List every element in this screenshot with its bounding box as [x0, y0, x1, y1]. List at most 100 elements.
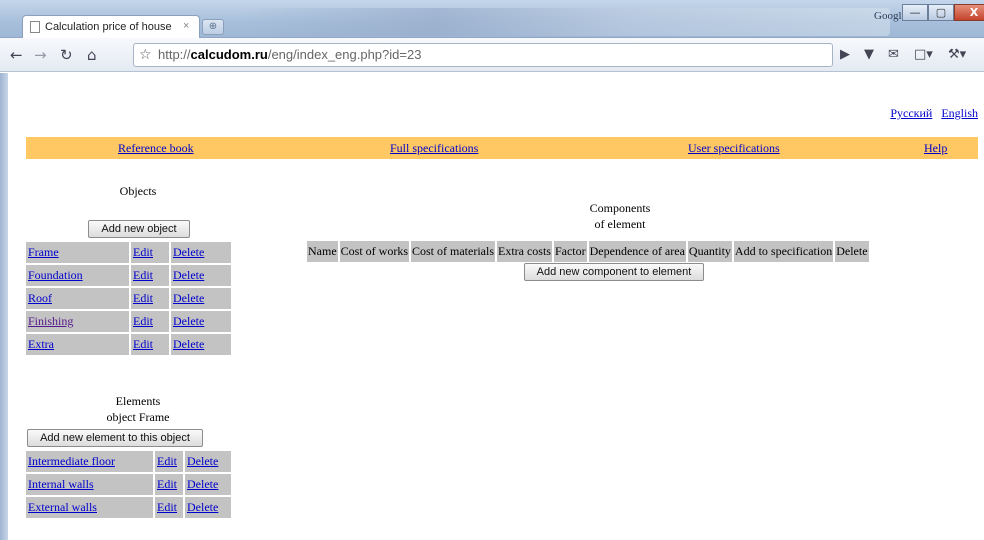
- table-row: External walls Edit Delete: [26, 497, 231, 518]
- table-cell: External walls: [26, 497, 153, 518]
- elements-row-edit-link[interactable]: Edit: [157, 454, 177, 468]
- minimize-button[interactable]: —: [902, 4, 928, 21]
- url-host: calcudom.ru: [190, 47, 268, 62]
- table-cell: Frame: [26, 242, 129, 263]
- objects-row-edit-link[interactable]: Edit: [133, 337, 153, 351]
- window-controls: — ▢ X: [902, 4, 984, 22]
- objects-row-delete-link[interactable]: Delete: [173, 268, 204, 282]
- elements-row-link[interactable]: External walls: [28, 500, 97, 514]
- column-header: Name: [307, 241, 338, 262]
- table-cell: Edit: [155, 451, 183, 472]
- objects-row-edit-link[interactable]: Edit: [133, 245, 153, 259]
- elements-row-delete-link[interactable]: Delete: [187, 477, 218, 491]
- table-cell: Edit: [131, 242, 169, 263]
- wrench-menu-icon[interactable]: ⚒▾: [948, 46, 966, 64]
- address-bar[interactable]: ☆ http://calcudom.ru/eng/index_eng.php?i…: [133, 43, 833, 67]
- table-cell: Roof: [26, 288, 129, 309]
- components-table: Name Cost of works Cost of materials Extra …: [305, 239, 871, 264]
- objects-table: Frame Edit Delete Foundation Edit Delete Roof E…: [24, 240, 233, 357]
- table-cell: Delete: [185, 474, 231, 495]
- table-cell: Edit: [155, 497, 183, 518]
- browser-titlebar: Google — ▢ X Calculation price of house …: [0, 0, 984, 38]
- language-switcher: Русский English: [884, 106, 978, 121]
- elements-subtitle: object Frame: [106, 410, 170, 424]
- url-prefix: http://: [158, 47, 191, 62]
- objects-row-link[interactable]: Extra: [28, 337, 54, 351]
- components-header-row: Name Cost of works Cost of materials Extra …: [307, 241, 869, 262]
- url-path: /eng/index_eng.php?id=23: [267, 47, 422, 62]
- maximize-button[interactable]: ▢: [928, 4, 954, 21]
- table-row: Finishing Edit Delete: [26, 311, 231, 332]
- objects-title: Objects: [119, 184, 157, 198]
- components-subtitle: of element: [594, 217, 646, 231]
- page-action-icon[interactable]: ▶: [840, 46, 850, 64]
- elements-title: Elements: [115, 394, 161, 408]
- bookmark-star-icon[interactable]: ☆: [139, 44, 152, 66]
- objects-row-link[interactable]: Roof: [28, 291, 52, 305]
- table-cell: Delete: [171, 334, 231, 355]
- table-cell: Internal walls: [26, 474, 153, 495]
- new-tab-button[interactable]: ⊕: [202, 19, 224, 35]
- tab-title: Calculation price of house: [45, 21, 172, 33]
- menu-reference-book[interactable]: Reference book: [118, 141, 194, 156]
- table-cell: Delete: [171, 242, 231, 263]
- add-new-element-button[interactable]: Add new element to this object: [27, 429, 203, 447]
- elements-row-edit-link[interactable]: Edit: [157, 477, 177, 491]
- menu-help[interactable]: Help: [924, 141, 947, 156]
- page-icon: [30, 21, 40, 33]
- table-row: Intermediate floor Edit Delete: [26, 451, 231, 472]
- table-cell: Intermediate floor: [26, 451, 153, 472]
- elements-row-link[interactable]: Internal walls: [28, 477, 94, 491]
- table-row: Internal walls Edit Delete: [26, 474, 231, 495]
- column-header: Extra costs: [496, 241, 552, 262]
- objects-row-delete-link[interactable]: Delete: [173, 337, 204, 351]
- elements-row-link[interactable]: Intermediate floor: [28, 454, 115, 468]
- objects-row-delete-link[interactable]: Delete: [173, 314, 204, 328]
- table-cell: Edit: [131, 334, 169, 355]
- download-icon[interactable]: ▼: [864, 46, 874, 64]
- table-cell: Delete: [185, 451, 231, 472]
- objects-row-link[interactable]: Frame: [28, 245, 59, 259]
- objects-row-link[interactable]: Finishing: [28, 314, 73, 328]
- back-arrow-icon[interactable]: ←: [10, 46, 23, 64]
- menu-user-specifications[interactable]: User specifications: [688, 141, 780, 156]
- column-header: Add to specification: [733, 241, 834, 262]
- page-menu-icon[interactable]: □▾: [914, 46, 933, 64]
- browser-tab[interactable]: Calculation price of house ×: [22, 15, 200, 38]
- objects-row-delete-link[interactable]: Delete: [173, 291, 204, 305]
- table-row: Roof Edit Delete: [26, 288, 231, 309]
- tab-close-icon[interactable]: ×: [183, 20, 189, 32]
- language-english-link[interactable]: English: [941, 106, 978, 120]
- objects-row-edit-link[interactable]: Edit: [133, 268, 153, 282]
- table-row: Frame Edit Delete: [26, 242, 231, 263]
- add-new-component-button[interactable]: Add new component to element: [524, 263, 704, 281]
- table-cell: Extra: [26, 334, 129, 355]
- components-title: Components: [589, 201, 651, 215]
- mail-icon[interactable]: ✉: [888, 46, 899, 64]
- table-cell: Delete: [171, 311, 231, 332]
- browser-toolbar: ← → ↻ ⌂ ☆ http://calcudom.ru/eng/index_e…: [0, 38, 984, 72]
- column-header: Cost of works: [339, 241, 409, 262]
- reload-icon[interactable]: ↻: [60, 46, 73, 64]
- table-row: Extra Edit Delete: [26, 334, 231, 355]
- language-russian-link[interactable]: Русский: [890, 106, 932, 120]
- table-cell: Delete: [171, 265, 231, 286]
- table-cell: Delete: [185, 497, 231, 518]
- elements-row-delete-link[interactable]: Delete: [187, 500, 218, 514]
- table-cell: Edit: [131, 265, 169, 286]
- objects-row-link[interactable]: Foundation: [28, 268, 83, 282]
- elements-row-edit-link[interactable]: Edit: [157, 500, 177, 514]
- home-icon[interactable]: ⌂: [87, 46, 97, 64]
- close-window-button[interactable]: X: [954, 4, 984, 21]
- table-row: Foundation Edit Delete: [26, 265, 231, 286]
- menu-full-specifications[interactable]: Full specifications: [390, 141, 478, 156]
- add-new-object-button[interactable]: Add new object: [88, 220, 190, 238]
- elements-row-delete-link[interactable]: Delete: [187, 454, 218, 468]
- objects-row-edit-link[interactable]: Edit: [133, 314, 153, 328]
- table-cell: Finishing: [26, 311, 129, 332]
- objects-row-edit-link[interactable]: Edit: [133, 291, 153, 305]
- forward-arrow-icon[interactable]: →: [34, 46, 47, 64]
- table-cell: Edit: [131, 288, 169, 309]
- objects-row-delete-link[interactable]: Delete: [173, 245, 204, 259]
- table-cell: Edit: [155, 474, 183, 495]
